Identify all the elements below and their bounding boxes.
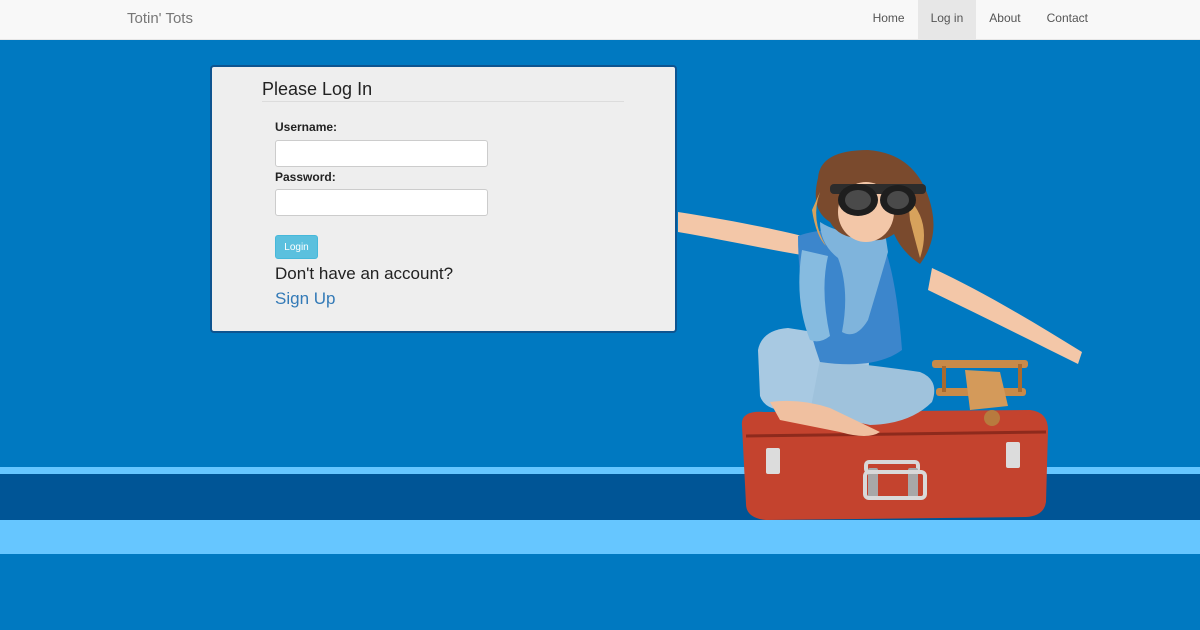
title-divider (262, 101, 624, 102)
hero-illustration (678, 150, 1082, 520)
suitcase-icon (741, 410, 1048, 520)
no-account-text: Don't have an account? (275, 264, 454, 283)
login-button[interactable]: Login (275, 235, 318, 259)
password-label: Password: (275, 170, 336, 184)
nav-item-login[interactable]: Log in (917, 0, 977, 39)
signup-link[interactable]: Sign Up (275, 289, 335, 309)
hero-left-arm (678, 212, 810, 256)
login-title: Please Log In (262, 79, 373, 99)
nav-item-home[interactable]: Home (860, 0, 918, 39)
brand-link[interactable]: Totin' Tots (127, 10, 193, 27)
nav-item-contact[interactable]: Contact (1034, 0, 1101, 39)
password-input[interactable] (275, 189, 488, 216)
background-stripe-light (0, 520, 1200, 554)
username-label: Username: (275, 120, 338, 134)
login-panel: Please Log In Username: Password: Login … (210, 65, 677, 333)
hero-right-arm (928, 268, 1082, 364)
username-input[interactable] (275, 140, 488, 167)
nav-item-about[interactable]: About (976, 0, 1033, 39)
nav-menu: Home Log in About Contact (860, 0, 1101, 39)
navbar: Totin' Tots Home Log in About Contact (0, 0, 1200, 40)
